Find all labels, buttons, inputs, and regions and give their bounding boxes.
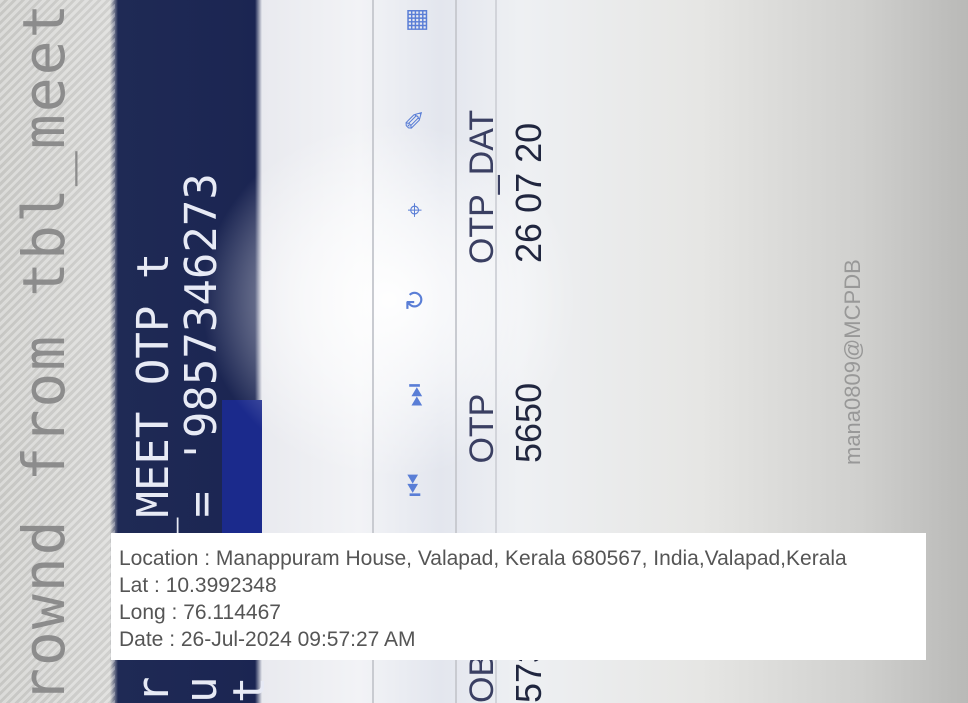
date-text: Date : 26-Jul-2024 09:57:27 AM	[119, 628, 416, 651]
column-header-otp-date[interactable]: OTP_DAT	[463, 110, 501, 264]
first-page-icon[interactable]: ⏮	[399, 470, 430, 500]
edit-icon[interactable]: ✎	[400, 105, 430, 135]
geotag-overlay: Location : Manappuram House, Valapad, Ke…	[111, 533, 926, 660]
refresh-icon[interactable]: ↻	[400, 285, 430, 315]
sql-text-background: rownd from tbl_meeting_c	[10, 0, 78, 703]
column-header-otp[interactable]: OTP	[463, 274, 502, 464]
next-page-icon[interactable]: ⏭	[399, 380, 430, 410]
cell-otp: 5650	[508, 382, 549, 463]
latitude-text: Lat : 10.3992348	[119, 574, 277, 597]
cell-otp-date: 26 07 20	[508, 122, 549, 263]
grid-view-icon[interactable]: ▦	[400, 5, 430, 35]
longitude-text: Long : 76.114467	[119, 601, 281, 624]
find-icon[interactable]: ⌖	[399, 195, 430, 225]
user-watermark: mana0809@MCPDB	[840, 259, 865, 465]
location-text: Location : Manappuram House, Valapad, Ke…	[119, 547, 847, 570]
